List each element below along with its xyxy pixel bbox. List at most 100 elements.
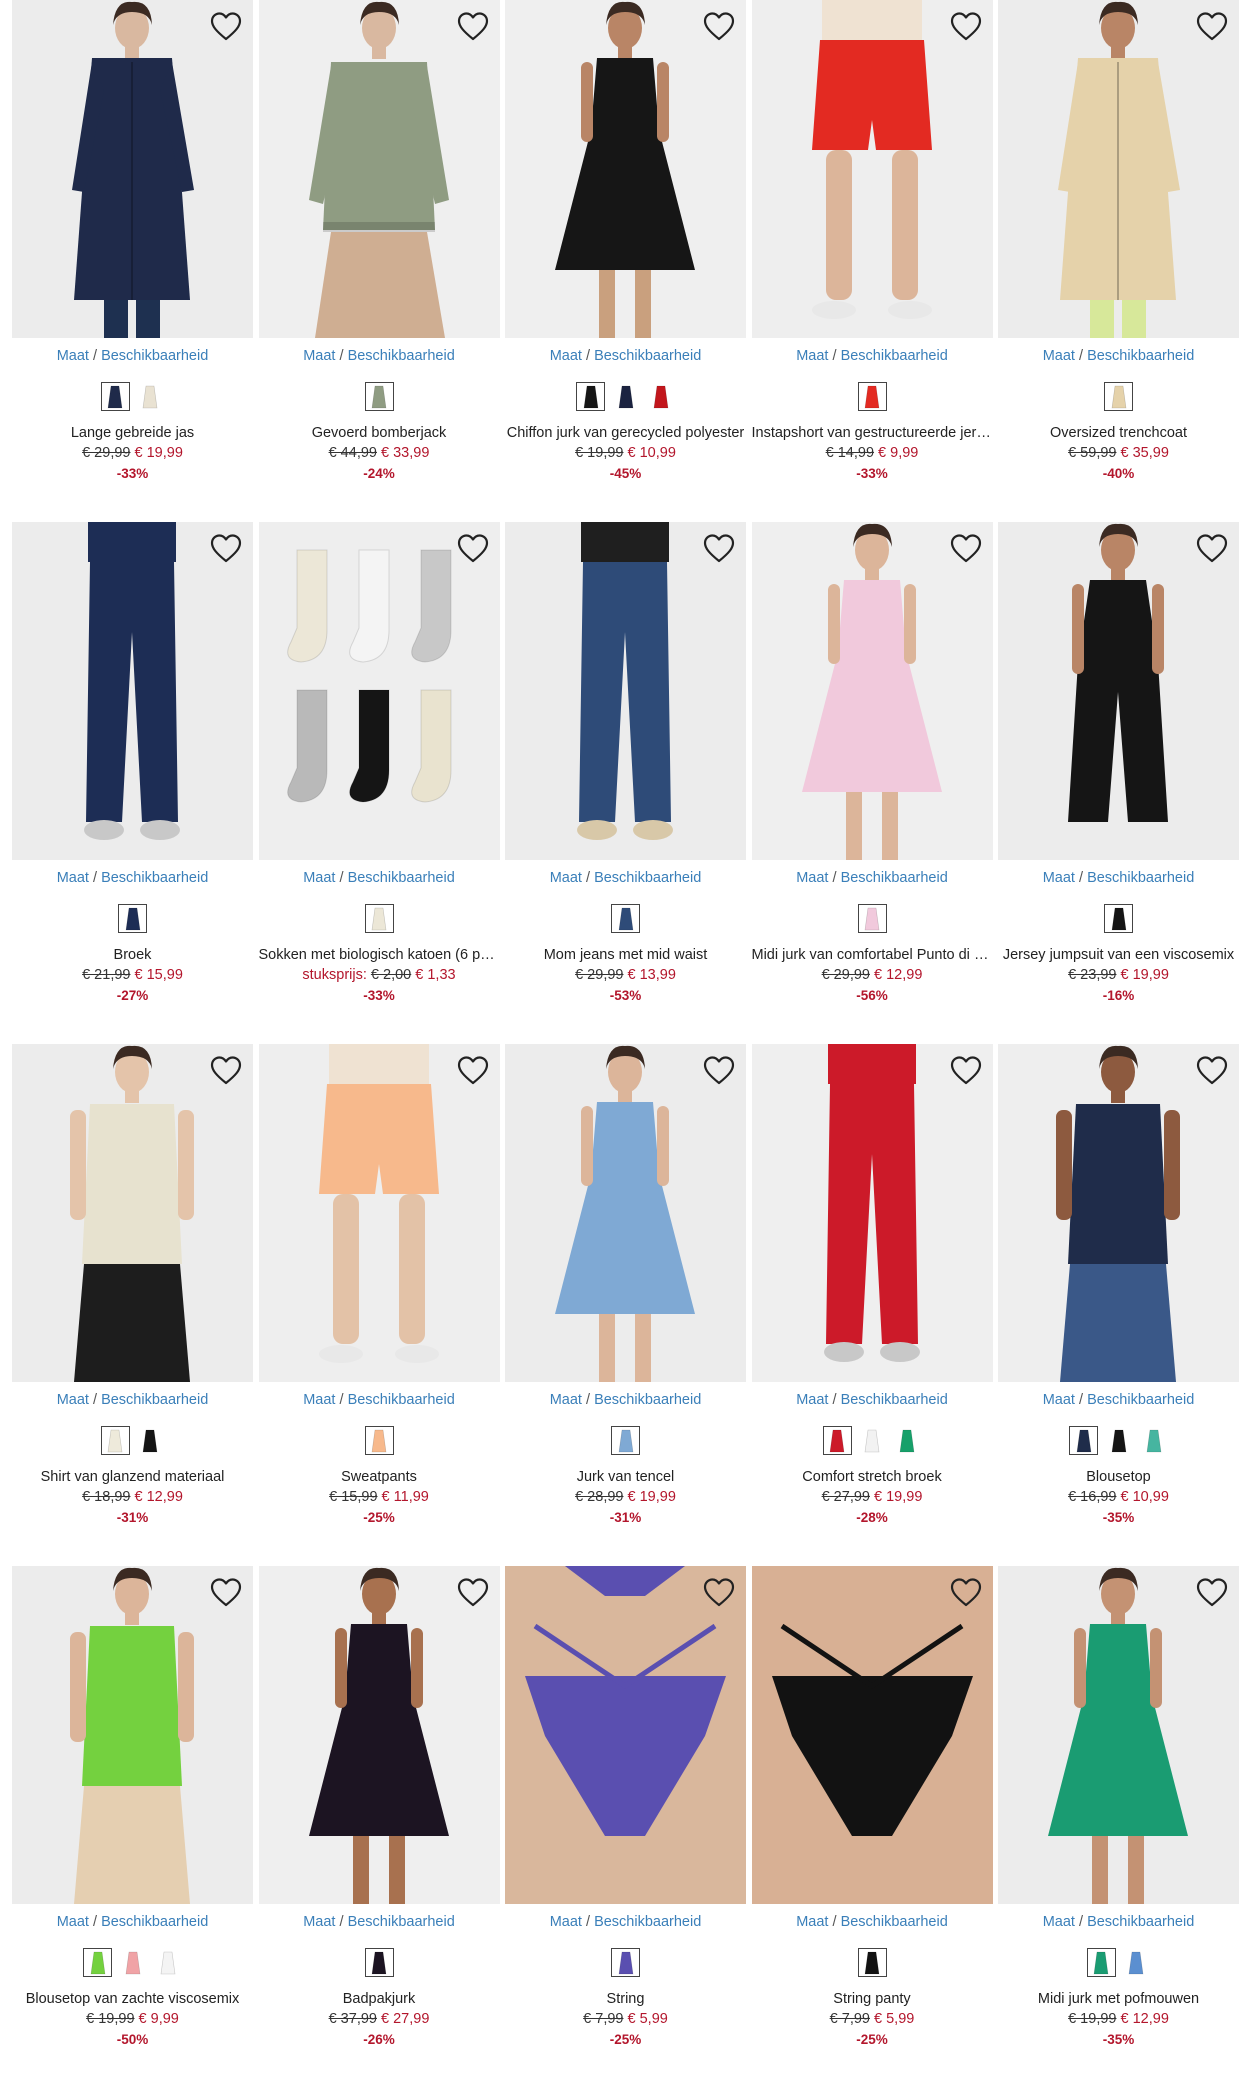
size-label[interactable]: Maat [1043, 1392, 1075, 1408]
size-availability-link[interactable]: Maat / Beschikbaarheid [505, 870, 746, 886]
product-card-11[interactable]: Maat / Beschikbaarheid Shirt van glanzen… [12, 1044, 253, 1566]
color-swatch-2[interactable] [858, 1426, 887, 1455]
product-card-5[interactable]: Maat / Beschikbaarheid Oversized trenchc… [998, 0, 1239, 522]
availability-label[interactable]: Beschikbaarheid [841, 1392, 948, 1408]
product-image[interactable] [505, 1044, 746, 1382]
color-swatch-1[interactable] [1104, 382, 1133, 411]
product-card-6[interactable]: Maat / Beschikbaarheid Broek € 21,99 € 1… [12, 522, 253, 1044]
product-card-12[interactable]: Maat / Beschikbaarheid Sweatpants € 15,9… [258, 1044, 500, 1566]
product-card-13[interactable]: Maat / Beschikbaarheid Jurk van tencel €… [505, 1044, 746, 1566]
color-swatch-2[interactable] [1122, 1948, 1151, 1977]
size-availability-link[interactable]: Maat / Beschikbaarheid [998, 348, 1239, 364]
size-availability-link[interactable]: Maat / Beschikbaarheid [752, 1392, 993, 1408]
availability-label[interactable]: Beschikbaarheid [348, 870, 455, 886]
product-photo[interactable] [998, 0, 1239, 338]
product-image[interactable] [998, 1044, 1239, 1382]
wishlist-heart-icon[interactable] [702, 1054, 736, 1088]
color-swatch-1[interactable] [611, 1948, 640, 1977]
availability-label[interactable]: Beschikbaarheid [101, 1392, 208, 1408]
size-label[interactable]: Maat [550, 1914, 582, 1930]
product-card-1[interactable]: Maat / Beschikbaarheid Lange gebreide ja… [12, 0, 253, 522]
product-card-17[interactable]: Maat / Beschikbaarheid Badpakjurk € 37,9… [258, 1566, 500, 2088]
product-image[interactable] [751, 1566, 993, 1904]
product-image[interactable] [998, 0, 1239, 338]
wishlist-heart-icon[interactable] [1195, 1054, 1229, 1088]
color-swatch-1[interactable] [611, 1426, 640, 1455]
size-label[interactable]: Maat [550, 1392, 582, 1408]
color-swatch-2[interactable] [611, 382, 640, 411]
product-image[interactable] [751, 0, 993, 338]
size-availability-link[interactable]: Maat / Beschikbaarheid [998, 1914, 1239, 1930]
wishlist-heart-icon[interactable] [949, 1576, 983, 1610]
product-image[interactable] [505, 522, 746, 860]
wishlist-heart-icon[interactable] [456, 1054, 490, 1088]
product-photo[interactable] [505, 522, 746, 860]
size-availability-link[interactable]: Maat / Beschikbaarheid [752, 348, 993, 364]
size-availability-link[interactable]: Maat / Beschikbaarheid [259, 348, 500, 364]
color-swatch-1[interactable] [857, 382, 887, 411]
color-swatch-1[interactable] [364, 1948, 394, 1977]
color-swatch-1[interactable] [364, 904, 394, 933]
availability-label[interactable]: Beschikbaarheid [101, 348, 208, 364]
wishlist-heart-icon[interactable] [1195, 10, 1229, 44]
product-name[interactable]: Jurk van tencel [505, 1469, 746, 1485]
product-card-9[interactable]: Maat / Beschikbaarheid Midi jurk van com… [751, 522, 993, 1044]
size-availability-link[interactable]: Maat / Beschikbaarheid [259, 1914, 500, 1930]
size-availability-link[interactable]: Maat / Beschikbaarheid [752, 870, 993, 886]
product-photo[interactable] [998, 1044, 1239, 1382]
color-swatch-1[interactable] [1069, 1426, 1098, 1455]
product-photo[interactable] [751, 1044, 993, 1382]
product-photo[interactable] [751, 0, 993, 338]
size-label[interactable]: Maat [1043, 870, 1075, 886]
product-photo[interactable] [12, 0, 253, 338]
product-photo[interactable] [505, 1566, 746, 1904]
size-availability-link[interactable]: Maat / Beschikbaarheid [12, 870, 253, 886]
product-card-16[interactable]: Maat / Beschikbaarheid Blousetop van zac… [12, 1566, 253, 2088]
wishlist-heart-icon[interactable] [702, 10, 736, 44]
product-image[interactable] [258, 1044, 500, 1382]
product-photo[interactable] [751, 522, 993, 860]
product-name[interactable]: Instapshort van gestructureerde jersey [752, 425, 993, 441]
product-image[interactable] [505, 0, 746, 338]
size-label[interactable]: Maat [796, 1392, 828, 1408]
product-card-3[interactable]: Maat / Beschikbaarheid Chiffon jurk van … [505, 0, 746, 522]
color-swatch-2[interactable] [1104, 1426, 1133, 1455]
product-photo[interactable] [258, 0, 500, 338]
wishlist-heart-icon[interactable] [456, 1576, 490, 1610]
availability-label[interactable]: Beschikbaarheid [348, 1914, 455, 1930]
wishlist-heart-icon[interactable] [1195, 1576, 1229, 1610]
wishlist-heart-icon[interactable] [209, 10, 243, 44]
product-name[interactable]: Mom jeans met mid waist [505, 947, 746, 963]
availability-label[interactable]: Beschikbaarheid [1087, 1914, 1194, 1930]
color-swatch-1[interactable] [364, 382, 394, 411]
size-label[interactable]: Maat [550, 870, 582, 886]
product-photo[interactable] [505, 1044, 746, 1382]
product-photo[interactable] [258, 522, 500, 860]
availability-label[interactable]: Beschikbaarheid [594, 1392, 701, 1408]
product-card-15[interactable]: Maat / Beschikbaarheid Blousetop € 16,99… [998, 1044, 1239, 1566]
wishlist-heart-icon[interactable] [209, 532, 243, 566]
product-name[interactable]: Gevoerd bomberjack [259, 425, 500, 441]
product-name[interactable]: String panty [752, 1991, 993, 2007]
availability-label[interactable]: Beschikbaarheid [841, 870, 948, 886]
size-availability-link[interactable]: Maat / Beschikbaarheid [505, 348, 746, 364]
product-name[interactable]: Broek [12, 947, 253, 963]
color-swatch-3[interactable] [893, 1426, 922, 1455]
availability-label[interactable]: Beschikbaarheid [1087, 348, 1194, 364]
size-label[interactable]: Maat [57, 348, 89, 364]
product-card-2[interactable]: Maat / Beschikbaarheid Gevoerd bomberjac… [258, 0, 500, 522]
color-swatch-1[interactable] [118, 904, 147, 933]
product-name[interactable]: Sokken met biologisch katoen (6 paar) [259, 947, 500, 963]
product-image[interactable] [505, 1566, 746, 1904]
product-image[interactable] [258, 522, 500, 860]
color-swatch-2[interactable] [136, 382, 165, 411]
size-availability-link[interactable]: Maat / Beschikbaarheid [998, 870, 1239, 886]
availability-label[interactable]: Beschikbaarheid [594, 870, 701, 886]
color-swatch-1[interactable] [857, 1948, 887, 1977]
size-label[interactable]: Maat [303, 348, 335, 364]
product-photo[interactable] [998, 522, 1239, 860]
product-card-20[interactable]: Maat / Beschikbaarheid Midi jurk met pof… [998, 1566, 1239, 2088]
color-swatch-3[interactable] [1139, 1426, 1168, 1455]
availability-label[interactable]: Beschikbaarheid [594, 1914, 701, 1930]
availability-label[interactable]: Beschikbaarheid [101, 870, 208, 886]
